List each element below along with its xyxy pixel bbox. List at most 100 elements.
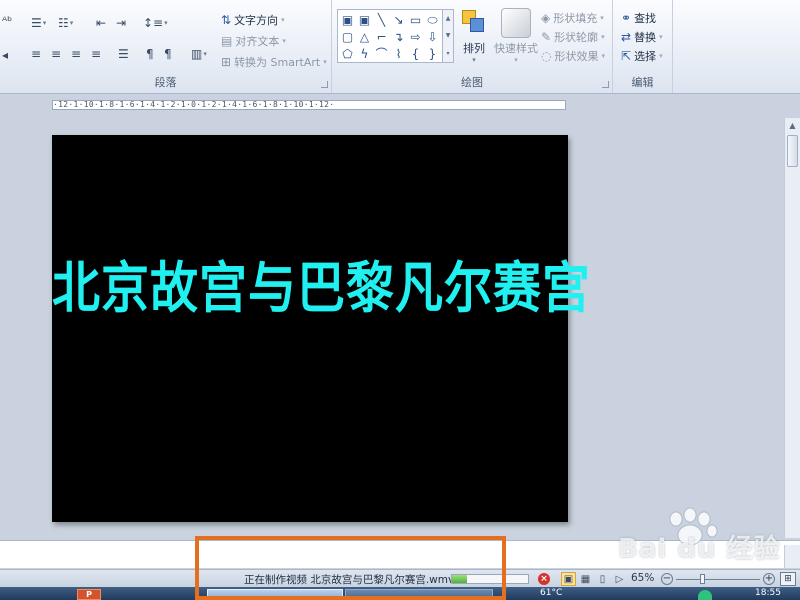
ltr-button[interactable]: ¶ xyxy=(146,47,154,61)
increase-indent-button[interactable]: ⇥ xyxy=(116,16,126,30)
watermark-text: Bai du 经验 xyxy=(618,534,781,564)
chevron-down-icon: ▾ xyxy=(323,58,327,66)
paragraph-group: ᴬᵇ ☰ ▾ ☷ ▾ ⇤ ⇥ ↕≡ ▾ ◂ ≡ ≡ ≡ ≡ ☰ ¶ ¶ ▥ ▾ ⇅ 文字… xyxy=(0,0,332,93)
shape-fill-button[interactable]: ◈ 形状填充 ▾ xyxy=(541,10,604,26)
editing-group: ⚭ 查找 ⇄ 替换 ▾ ⇱ 选择 ▾ 编辑 xyxy=(613,0,673,93)
zoom-level[interactable]: 65% xyxy=(631,572,654,584)
zoom-in-icon[interactable]: + xyxy=(763,573,775,585)
right-arrow-shape-icon[interactable]: ⇨ xyxy=(408,29,423,44)
text-direction-icon: ⇅ xyxy=(221,13,232,27)
left-brace-shape-icon[interactable]: { xyxy=(408,46,423,61)
more-icon[interactable]: ▾ xyxy=(446,50,449,57)
scroll-thumb[interactable] xyxy=(787,135,798,167)
smartart-icon: ⊞ xyxy=(221,55,232,69)
vertical-scrollbar[interactable]: ▲ xyxy=(784,118,800,538)
wave-shape-icon[interactable]: ⌇ xyxy=(391,46,406,61)
paragraph-group-label: 段落 xyxy=(154,76,177,89)
chevron-down-icon[interactable]: ▼ xyxy=(446,32,451,39)
replace-button[interactable]: ⇄ 替换 ▾ xyxy=(621,29,663,45)
align-right-button[interactable]: ≡ xyxy=(71,47,81,61)
normal-view-button[interactable]: ▣ xyxy=(561,572,576,586)
scroll-up-icon[interactable]: ▲ xyxy=(785,118,800,133)
textbox-shape-icon[interactable]: ▣ xyxy=(340,12,355,27)
select-button[interactable]: ⇱ 选择 ▾ xyxy=(621,48,663,64)
zoom-slider-thumb[interactable] xyxy=(700,574,705,584)
align-text-button[interactable]: ▤ 对齐文本 ▾ xyxy=(221,33,286,49)
chevron-up-icon[interactable]: ▲ xyxy=(446,15,451,22)
gallery-scroll[interactable]: ▲ ▼ ▾ xyxy=(443,9,454,63)
chevron-down-icon: ▾ xyxy=(472,56,476,64)
rectangle-shape-icon[interactable]: ▭ xyxy=(408,12,423,27)
numbering-button[interactable]: ☷ ▾ xyxy=(58,16,73,30)
arrange-icon xyxy=(460,8,488,36)
dialog-launcher-icon[interactable] xyxy=(602,81,609,88)
quick-styles-button[interactable]: 快速样式 ▾ xyxy=(494,8,538,64)
editing-group-label: 编辑 xyxy=(631,76,654,89)
replace-icon: ⇄ xyxy=(621,30,632,44)
slide-title[interactable]: 北京故宫与巴黎凡尔赛宫 xyxy=(52,243,590,324)
horizontal-ruler[interactable]: ·12·1·10·1·8·1·6·1·4·1·2·1·0·1·2·1·4·1·6… xyxy=(52,100,566,110)
drawing-group-label: 绘图 xyxy=(461,76,483,89)
shape-outline-button[interactable]: ✎ 形状轮廓 ▾ xyxy=(541,29,605,45)
triangle-shape-icon[interactable]: △ xyxy=(357,29,372,44)
fit-to-window-icon[interactable]: ⊞ xyxy=(780,572,796,586)
justify-button[interactable]: ≡ xyxy=(91,47,101,61)
binoculars-icon: ⚭ xyxy=(621,11,632,25)
cancel-export-icon[interactable]: × xyxy=(538,573,550,585)
chevron-down-icon: ▾ xyxy=(659,33,663,41)
powerpoint-taskbar-icon[interactable]: P xyxy=(77,589,101,600)
chevron-down-icon: ▾ xyxy=(601,33,605,41)
tray-clock[interactable]: 18:55 xyxy=(755,588,781,598)
ribbon: ᴬᵇ ☰ ▾ ☷ ▾ ⇤ ⇥ ↕≡ ▾ ◂ ≡ ≡ ≡ ≡ ☰ ¶ ¶ ▥ ▾ ⇅ 文字… xyxy=(0,0,800,94)
shape-effects-button[interactable]: ◌ 形状效果 ▾ xyxy=(541,48,605,64)
cursor-icon: ⇱ xyxy=(621,49,632,63)
bullets-button[interactable]: ☰ ▾ xyxy=(31,16,46,30)
quick-styles-icon xyxy=(501,8,531,38)
chevron-down-icon: ▾ xyxy=(659,52,663,60)
arrange-button[interactable]: 排列 ▾ xyxy=(460,8,488,64)
chevron-down-icon: ▾ xyxy=(281,16,285,24)
right-brace-shape-icon[interactable]: } xyxy=(425,46,440,61)
chevron-down-icon: ▾ xyxy=(514,56,518,64)
tray-app-icon[interactable] xyxy=(698,590,712,600)
down-arrow-shape-icon[interactable]: ⇩ xyxy=(425,29,440,44)
oval-shape-icon[interactable]: ⬭ xyxy=(425,12,440,27)
line-shape-icon[interactable]: ╲ xyxy=(374,12,389,27)
rounded-rect-shape-icon[interactable]: ▢ xyxy=(340,29,355,44)
arrow-line-shape-icon[interactable]: ↘ xyxy=(391,12,406,27)
columns-button[interactable]: ▥ ▾ xyxy=(191,47,207,61)
slide-canvas[interactable]: 北京故宫与巴黎凡尔赛宫 xyxy=(52,135,590,522)
line-spacing-button[interactable]: ↕≡ ▾ xyxy=(143,16,168,30)
tray-temperature: 61°C xyxy=(540,588,563,598)
distributed-button[interactable]: ☰ xyxy=(118,47,129,61)
highlight-annotation xyxy=(195,536,506,600)
effects-icon: ◌ xyxy=(541,49,552,63)
dialog-launcher-icon[interactable] xyxy=(321,81,328,88)
abc-icon[interactable]: ᴬᵇ xyxy=(2,14,12,28)
decrease-indent-button[interactable]: ⇤ xyxy=(96,16,106,30)
zoom-slider-track[interactable] xyxy=(676,579,760,580)
text-direction-button[interactable]: ⇅ 文字方向 ▾ xyxy=(221,12,285,28)
shapes-gallery[interactable]: ▣ ▣ ╲ ↘ ▭ ⬭ ▢ △ ⌐ ↴ ⇨ ⇩ ⬠ ϟ ⌒ ⌇ { } xyxy=(337,9,443,63)
elbow-connector-shape-icon[interactable]: ⌐ xyxy=(374,29,389,44)
convert-smartart-button[interactable]: ⊞ 转换为 SmartArt ▾ xyxy=(221,54,327,70)
left-arrow-icon: ◂ xyxy=(2,48,9,62)
chevron-down-icon: ▾ xyxy=(600,14,604,22)
notes-scrollbar[interactable] xyxy=(784,545,800,568)
align-left-button[interactable]: ≡ xyxy=(31,47,41,61)
slide-sorter-view-button[interactable]: ▦ xyxy=(578,572,593,586)
curve-shape-icon[interactable]: ⌒ xyxy=(374,46,389,61)
reading-view-button[interactable]: ▯ xyxy=(595,572,610,586)
lightning-shape-icon[interactable]: ϟ xyxy=(357,46,372,61)
elbow-arrow-shape-icon[interactable]: ↴ xyxy=(391,29,406,44)
paint-bucket-icon: ◈ xyxy=(541,11,551,25)
rtl-button[interactable]: ¶ xyxy=(164,47,172,61)
vertical-textbox-shape-icon[interactable]: ▣ xyxy=(357,12,372,27)
zoom-out-icon[interactable]: − xyxy=(661,573,673,585)
chevron-down-icon: ▾ xyxy=(601,52,605,60)
freeform-shape-icon[interactable]: ⬠ xyxy=(340,46,355,61)
slideshow-view-button[interactable]: ▷ xyxy=(612,572,627,586)
find-button[interactable]: ⚭ 查找 xyxy=(621,10,656,26)
chevron-down-icon: ▾ xyxy=(282,37,286,45)
align-center-button[interactable]: ≡ xyxy=(51,47,61,61)
